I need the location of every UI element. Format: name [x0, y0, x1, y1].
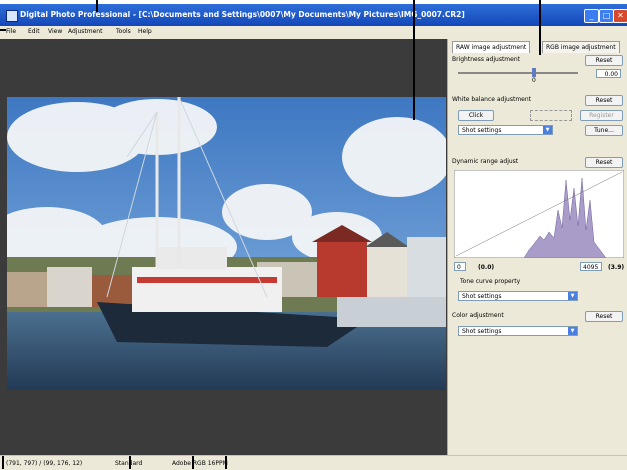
white-balance-select-value: Shot settings [462, 127, 502, 134]
menu-view[interactable]: View [48, 28, 62, 35]
dynamic-range-right-bracket: (3.9) [608, 264, 625, 271]
minimize-icon[interactable]: _ [584, 9, 599, 23]
window-titlebar: Digital Photo Professional - [C:\Documen… [0, 4, 627, 27]
menu-file[interactable]: File [6, 28, 16, 35]
menu-bar: File Edit View Adjustment Tools Help [0, 26, 627, 39]
chevron-down-icon: ▼ [568, 327, 577, 335]
dynamic-range-left-bracket: (0.0) [478, 264, 495, 271]
window-title: Digital Photo Professional - [C:\Documen… [20, 10, 465, 19]
status-color-space: Adobe RGB 16PPM [172, 460, 228, 467]
white-balance-click-button[interactable]: Click [458, 110, 494, 121]
color-adjustment-reset-button[interactable]: Reset [585, 311, 623, 322]
tab-rgb-adjustment[interactable]: RGB image adjustment [542, 41, 620, 53]
callout-line-status-end [225, 456, 227, 469]
callout-line-status-style [129, 456, 131, 469]
brightness-slider[interactable] [458, 72, 578, 74]
tool-palette: RAW image adjustment RGB image adjustmen… [447, 39, 627, 455]
brightness-slider-thumb[interactable] [532, 68, 536, 77]
maximize-icon[interactable]: □ [599, 9, 614, 23]
dynamic-range-reset-button[interactable]: Reset [585, 157, 623, 168]
chevron-down-icon: ▼ [568, 292, 577, 300]
menu-tools[interactable]: Tools [116, 28, 131, 35]
tone-curve-select[interactable]: Shot settings ▼ [458, 291, 578, 301]
tone-curve-label: Tone curve property [460, 278, 521, 285]
white-balance-reset-button[interactable]: Reset [585, 95, 623, 106]
menu-help[interactable]: Help [138, 28, 152, 35]
brightness-label: Brightness adjustment [452, 56, 520, 63]
color-adjustment-label: Color adjustment [452, 312, 504, 319]
white-balance-slots [530, 110, 572, 121]
callout-line-status-color [192, 456, 194, 469]
dynamic-range-left-field[interactable]: 0 [454, 262, 466, 271]
dynamic-range-right-field[interactable]: 4095 [580, 262, 602, 271]
dpp-app-icon [6, 10, 18, 22]
callout-line-status-coords [2, 456, 4, 469]
brightness-value-field[interactable]: 0.00 [596, 69, 621, 78]
callout-line-menu [0, 29, 6, 31]
histogram[interactable] [454, 170, 624, 258]
photo-preview [7, 97, 446, 390]
color-adjustment-select[interactable]: Shot settings ▼ [458, 326, 578, 336]
status-bar: (791, 797) / (99, 176, 12) Standard Adob… [0, 455, 627, 470]
tab-raw-adjustment[interactable]: RAW image adjustment [452, 41, 531, 53]
callout-line-viewer [413, 0, 415, 120]
brightness-scale-mid: 0 [532, 77, 536, 84]
brightness-reset-button[interactable]: Reset [585, 55, 623, 66]
menu-adjustment[interactable]: Adjustment [68, 28, 102, 35]
status-coordinates: (791, 797) / (99, 176, 12) [6, 460, 83, 467]
white-balance-label: White balance adjustment [452, 96, 532, 103]
close-icon[interactable]: ✕ [613, 9, 627, 23]
tone-curve-select-value: Shot settings [462, 293, 502, 300]
white-balance-register-button[interactable]: Register [580, 110, 623, 121]
dynamic-range-label: Dynamic range adjust [452, 158, 519, 165]
color-adjustment-select-value: Shot settings [462, 328, 502, 335]
white-balance-select[interactable]: Shot settings ▼ [458, 125, 553, 135]
chevron-down-icon: ▼ [543, 126, 552, 134]
callout-line-title [96, 0, 98, 12]
menu-edit[interactable]: Edit [28, 28, 40, 35]
callout-line-palette [539, 0, 541, 55]
white-balance-tune-button[interactable]: Tune... [585, 125, 623, 136]
